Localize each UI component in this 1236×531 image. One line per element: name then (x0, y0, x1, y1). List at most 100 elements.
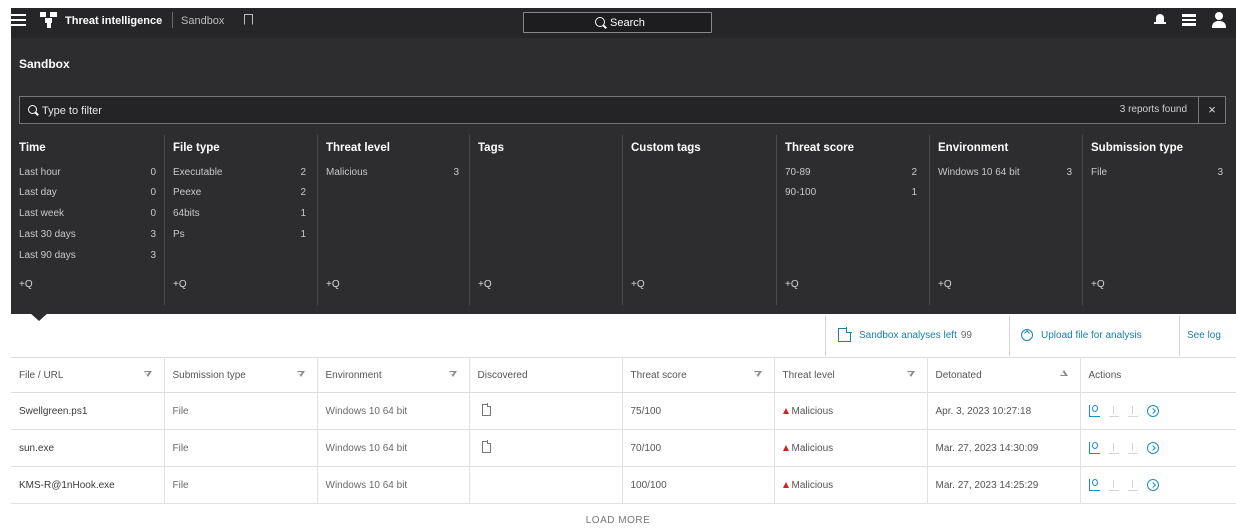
sort-down-icon[interactable] (906, 371, 915, 377)
column-header-detonated[interactable]: Detonated (927, 357, 1081, 393)
facet-add-search-button[interactable]: +Q (938, 279, 952, 290)
facet-add-search-button[interactable]: +Q (326, 279, 340, 290)
cell-submission-type: File (164, 429, 318, 467)
facet-item[interactable]: Last day (19, 187, 57, 198)
cell-discovered (469, 429, 623, 467)
cell-submission-type: File (164, 466, 318, 504)
column-header-environment[interactable]: Environment (317, 357, 470, 393)
sort-down-icon[interactable] (753, 371, 762, 377)
file-icon[interactable] (481, 440, 491, 453)
report-icon[interactable] (1088, 479, 1100, 491)
open-circle-icon[interactable] (1146, 442, 1159, 454)
page-title: Sandbox (19, 57, 70, 71)
upload-icon (1108, 442, 1119, 454)
facet-add-search-button[interactable]: +Q (173, 279, 187, 290)
cell-actions (1080, 466, 1236, 504)
facet-add-search-button[interactable]: +Q (785, 279, 799, 290)
facet-item[interactable]: Last hour (19, 167, 61, 178)
cell-file[interactable]: Swellgreen.ps1 (11, 392, 165, 430)
facet-item[interactable]: 70-89 (785, 167, 811, 178)
global-search-button[interactable]: Search (523, 12, 712, 33)
sort-down-icon[interactable] (296, 371, 305, 377)
column-header-label: Submission type (172, 369, 246, 381)
facet-title: Environment (938, 142, 1009, 154)
facet-item[interactable]: 90-100 (785, 187, 816, 198)
facet-item-count: 2 (300, 167, 306, 178)
facet-add-search-button[interactable]: +Q (478, 279, 492, 290)
menu-icon[interactable] (11, 14, 26, 26)
upload-file-button[interactable]: Upload file for analysis (1011, 316, 1180, 356)
threat-level-label: Malicious (791, 442, 834, 454)
facet-item-count: 3 (1066, 167, 1072, 178)
report-icon[interactable] (1088, 442, 1100, 454)
report-icon[interactable] (1088, 405, 1100, 417)
filter-bar: 3 reports found × (19, 96, 1226, 124)
download-icon (1127, 479, 1138, 491)
facet-item[interactable]: Malicious (326, 167, 368, 178)
column-header-discovered: Discovered (469, 357, 623, 393)
upload-icon (1108, 479, 1119, 491)
user-icon[interactable] (1212, 12, 1226, 28)
column-header-label: Actions (1088, 369, 1122, 381)
facet-item[interactable]: Ps (173, 229, 185, 240)
facet-item[interactable]: 64bits (173, 208, 200, 219)
cell-file[interactable]: sun.exe (11, 429, 165, 467)
cell-environment: Windows 10 64 bit (317, 392, 470, 430)
list-icon[interactable] (1182, 14, 1196, 27)
filter-input[interactable] (42, 102, 642, 119)
cell-threat-score: 70/100 (622, 429, 775, 467)
clear-filter-button[interactable]: × (1198, 97, 1225, 123)
app-title[interactable]: Threat intelligence (65, 15, 162, 27)
upload-icon (1108, 405, 1119, 417)
threat-level-label: Malicious (791, 405, 834, 417)
facet-add-search-button[interactable]: +Q (631, 279, 645, 290)
column-header-threat-score[interactable]: Threat score (622, 357, 775, 393)
facet-item[interactable]: Last week (19, 208, 64, 219)
sandbox-analyses-count: 99 (960, 330, 972, 341)
facet-title: Threat score (785, 142, 855, 154)
upload-file-label: Upload file for analysis (1041, 330, 1142, 341)
search-icon (595, 17, 605, 27)
bookmark-icon[interactable] (244, 14, 253, 25)
column-header-file[interactable]: File / URL (11, 357, 165, 393)
facet-item[interactable]: File (1091, 167, 1107, 178)
bell-icon[interactable] (1154, 14, 1166, 26)
facet-item-label: Last day (19, 187, 57, 198)
table-row[interactable]: Swellgreen.ps1 File Windows 10 64 bit 75… (11, 392, 1236, 430)
warning-triangle-icon (782, 407, 789, 414)
facet-title: Custom tags (631, 142, 701, 154)
facet-item[interactable]: Last 90 days (19, 250, 76, 261)
facet-item-label: Windows 10 64 bit (938, 167, 1020, 178)
facet-item[interactable]: Last 30 days (19, 229, 76, 240)
facet-item-count: 3 (1217, 167, 1223, 178)
file-icon[interactable] (481, 403, 491, 416)
table-row[interactable]: KMS-R@1nHook.exe File Windows 10 64 bit … (11, 466, 1236, 504)
facet-item[interactable]: Windows 10 64 bit (938, 167, 1020, 178)
cell-threat-level: Malicious (774, 392, 928, 430)
facet-threat-level: Threat level Malicious 3 +Q (318, 135, 469, 311)
load-more-button[interactable]: LOAD MORE (0, 515, 1236, 526)
facet-item-label: File (1091, 167, 1108, 178)
facet-file-type: File type Executable 2 Peexe 2 64bits 1 … (165, 135, 317, 311)
open-circle-icon[interactable] (1146, 405, 1159, 417)
see-log-link[interactable]: See log (1187, 330, 1221, 341)
facet-item-label: 70-89 (785, 167, 811, 178)
facet-item[interactable]: Executable (173, 167, 222, 178)
table-row[interactable]: sun.exe File Windows 10 64 bit 70/100 Ma… (11, 429, 1236, 467)
cell-threat-score: 100/100 (622, 466, 775, 504)
facet-item[interactable]: Peexe (173, 187, 201, 198)
facet-add-search-button[interactable]: +Q (1091, 279, 1105, 290)
facet-title: File type (173, 142, 220, 154)
open-circle-icon[interactable] (1146, 479, 1159, 491)
facet-add-search-button[interactable]: +Q (19, 279, 33, 290)
cell-file[interactable]: KMS-R@1nHook.exe (11, 466, 165, 504)
facet-item-count: 1 (911, 187, 917, 198)
sort-down-icon[interactable] (448, 371, 457, 377)
sort-down-icon[interactable] (143, 371, 152, 377)
facet-item-label: Ps (173, 229, 185, 240)
column-header-threat-level[interactable]: Threat level (774, 357, 928, 393)
panel-pointer (29, 312, 49, 321)
column-header-submission-type[interactable]: Submission type (164, 357, 318, 393)
sort-up-icon[interactable] (1059, 370, 1068, 376)
section-link-sandbox[interactable]: Sandbox (181, 15, 224, 27)
